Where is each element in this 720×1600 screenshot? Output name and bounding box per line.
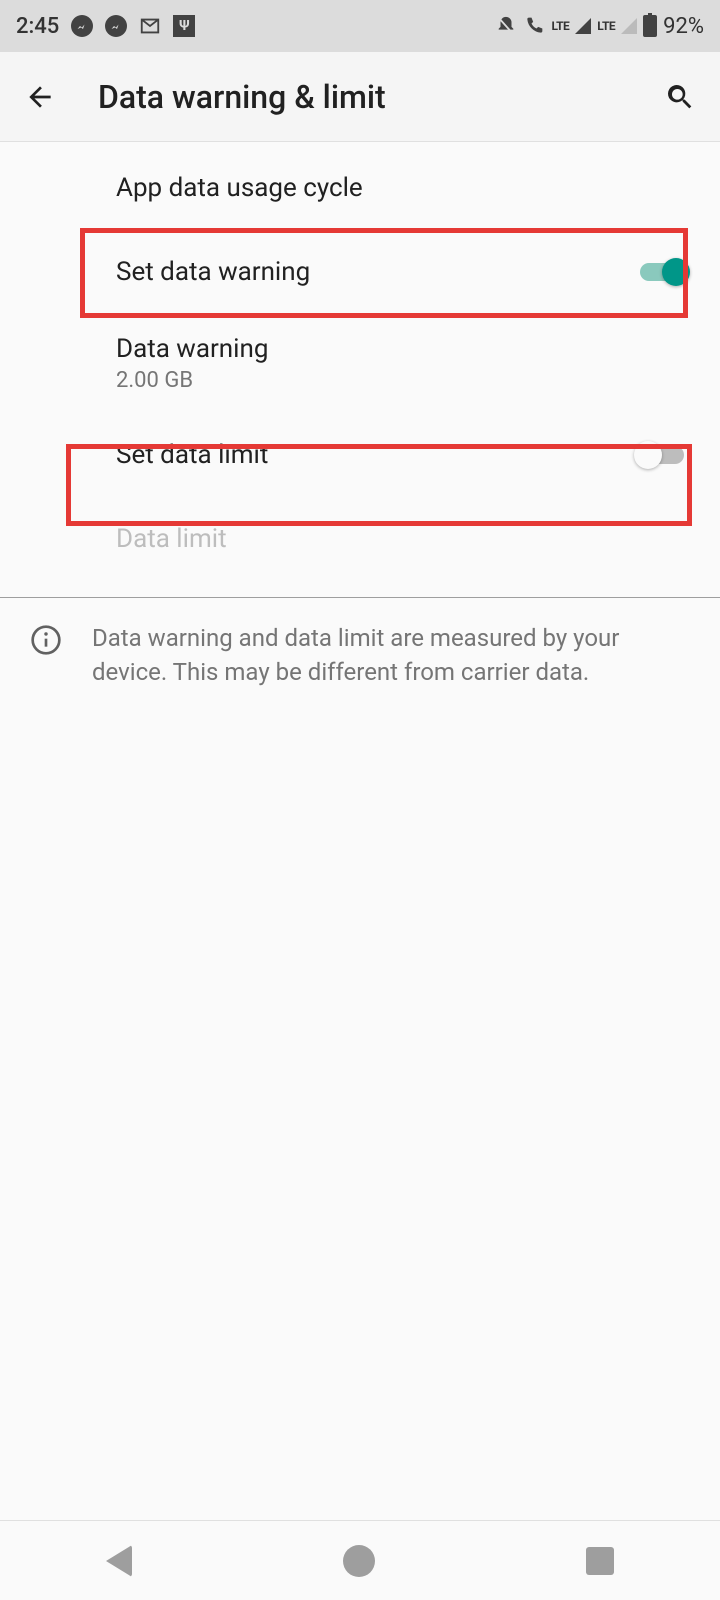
app-bar: Data warning & limit (0, 52, 720, 142)
footer-note: Data warning and data limit are measured… (0, 598, 720, 713)
messenger-icon (105, 15, 127, 37)
pref-title: Data warning (116, 334, 268, 364)
set-data-limit-switch[interactable] (634, 439, 690, 471)
pref-data-warning[interactable]: Data warning 2.00 GB (0, 314, 720, 413)
status-bar: 2:45 Ψ LTE LTE 92% (0, 0, 720, 52)
messenger-icon (71, 15, 93, 37)
status-time: 2:45 (16, 14, 59, 39)
navigation-bar (0, 1520, 720, 1600)
set-data-warning-switch[interactable] (634, 256, 690, 288)
nav-back-button[interactable] (106, 1545, 132, 1577)
signal-full-icon (575, 18, 591, 34)
usb-icon: Ψ (173, 15, 195, 37)
signal-empty-icon (621, 18, 637, 34)
gmail-icon (139, 15, 161, 37)
battery-icon (643, 15, 657, 37)
search-button[interactable] (658, 75, 702, 119)
wifi-calling-icon (523, 15, 545, 37)
nav-home-button[interactable] (343, 1545, 375, 1577)
pref-usage-cycle[interactable]: App data usage cycle (0, 146, 720, 230)
lte-label: LTE (551, 19, 569, 33)
dnd-icon (495, 15, 517, 37)
pref-title: Set data warning (116, 257, 310, 287)
pref-title: Set data limit (116, 440, 268, 470)
status-left: 2:45 Ψ (16, 14, 195, 39)
preferences-list: App data usage cycle Set data warning Da… (0, 142, 720, 713)
status-right: LTE LTE 92% (495, 14, 704, 39)
pref-title: App data usage cycle (116, 173, 363, 203)
pref-title: Data limit (116, 524, 227, 554)
pref-data-limit: Data limit (0, 497, 720, 581)
pref-set-data-warning[interactable]: Set data warning (0, 230, 720, 314)
battery-percentage: 92% (663, 14, 704, 39)
info-icon (30, 624, 62, 660)
page-title: Data warning & limit (98, 78, 658, 116)
back-button[interactable] (18, 75, 62, 119)
nav-recent-button[interactable] (586, 1547, 614, 1575)
lte-label: LTE (597, 19, 615, 33)
pref-set-data-limit[interactable]: Set data limit (0, 413, 720, 497)
pref-summary: 2.00 GB (116, 368, 193, 393)
footer-text: Data warning and data limit are measured… (92, 622, 694, 689)
